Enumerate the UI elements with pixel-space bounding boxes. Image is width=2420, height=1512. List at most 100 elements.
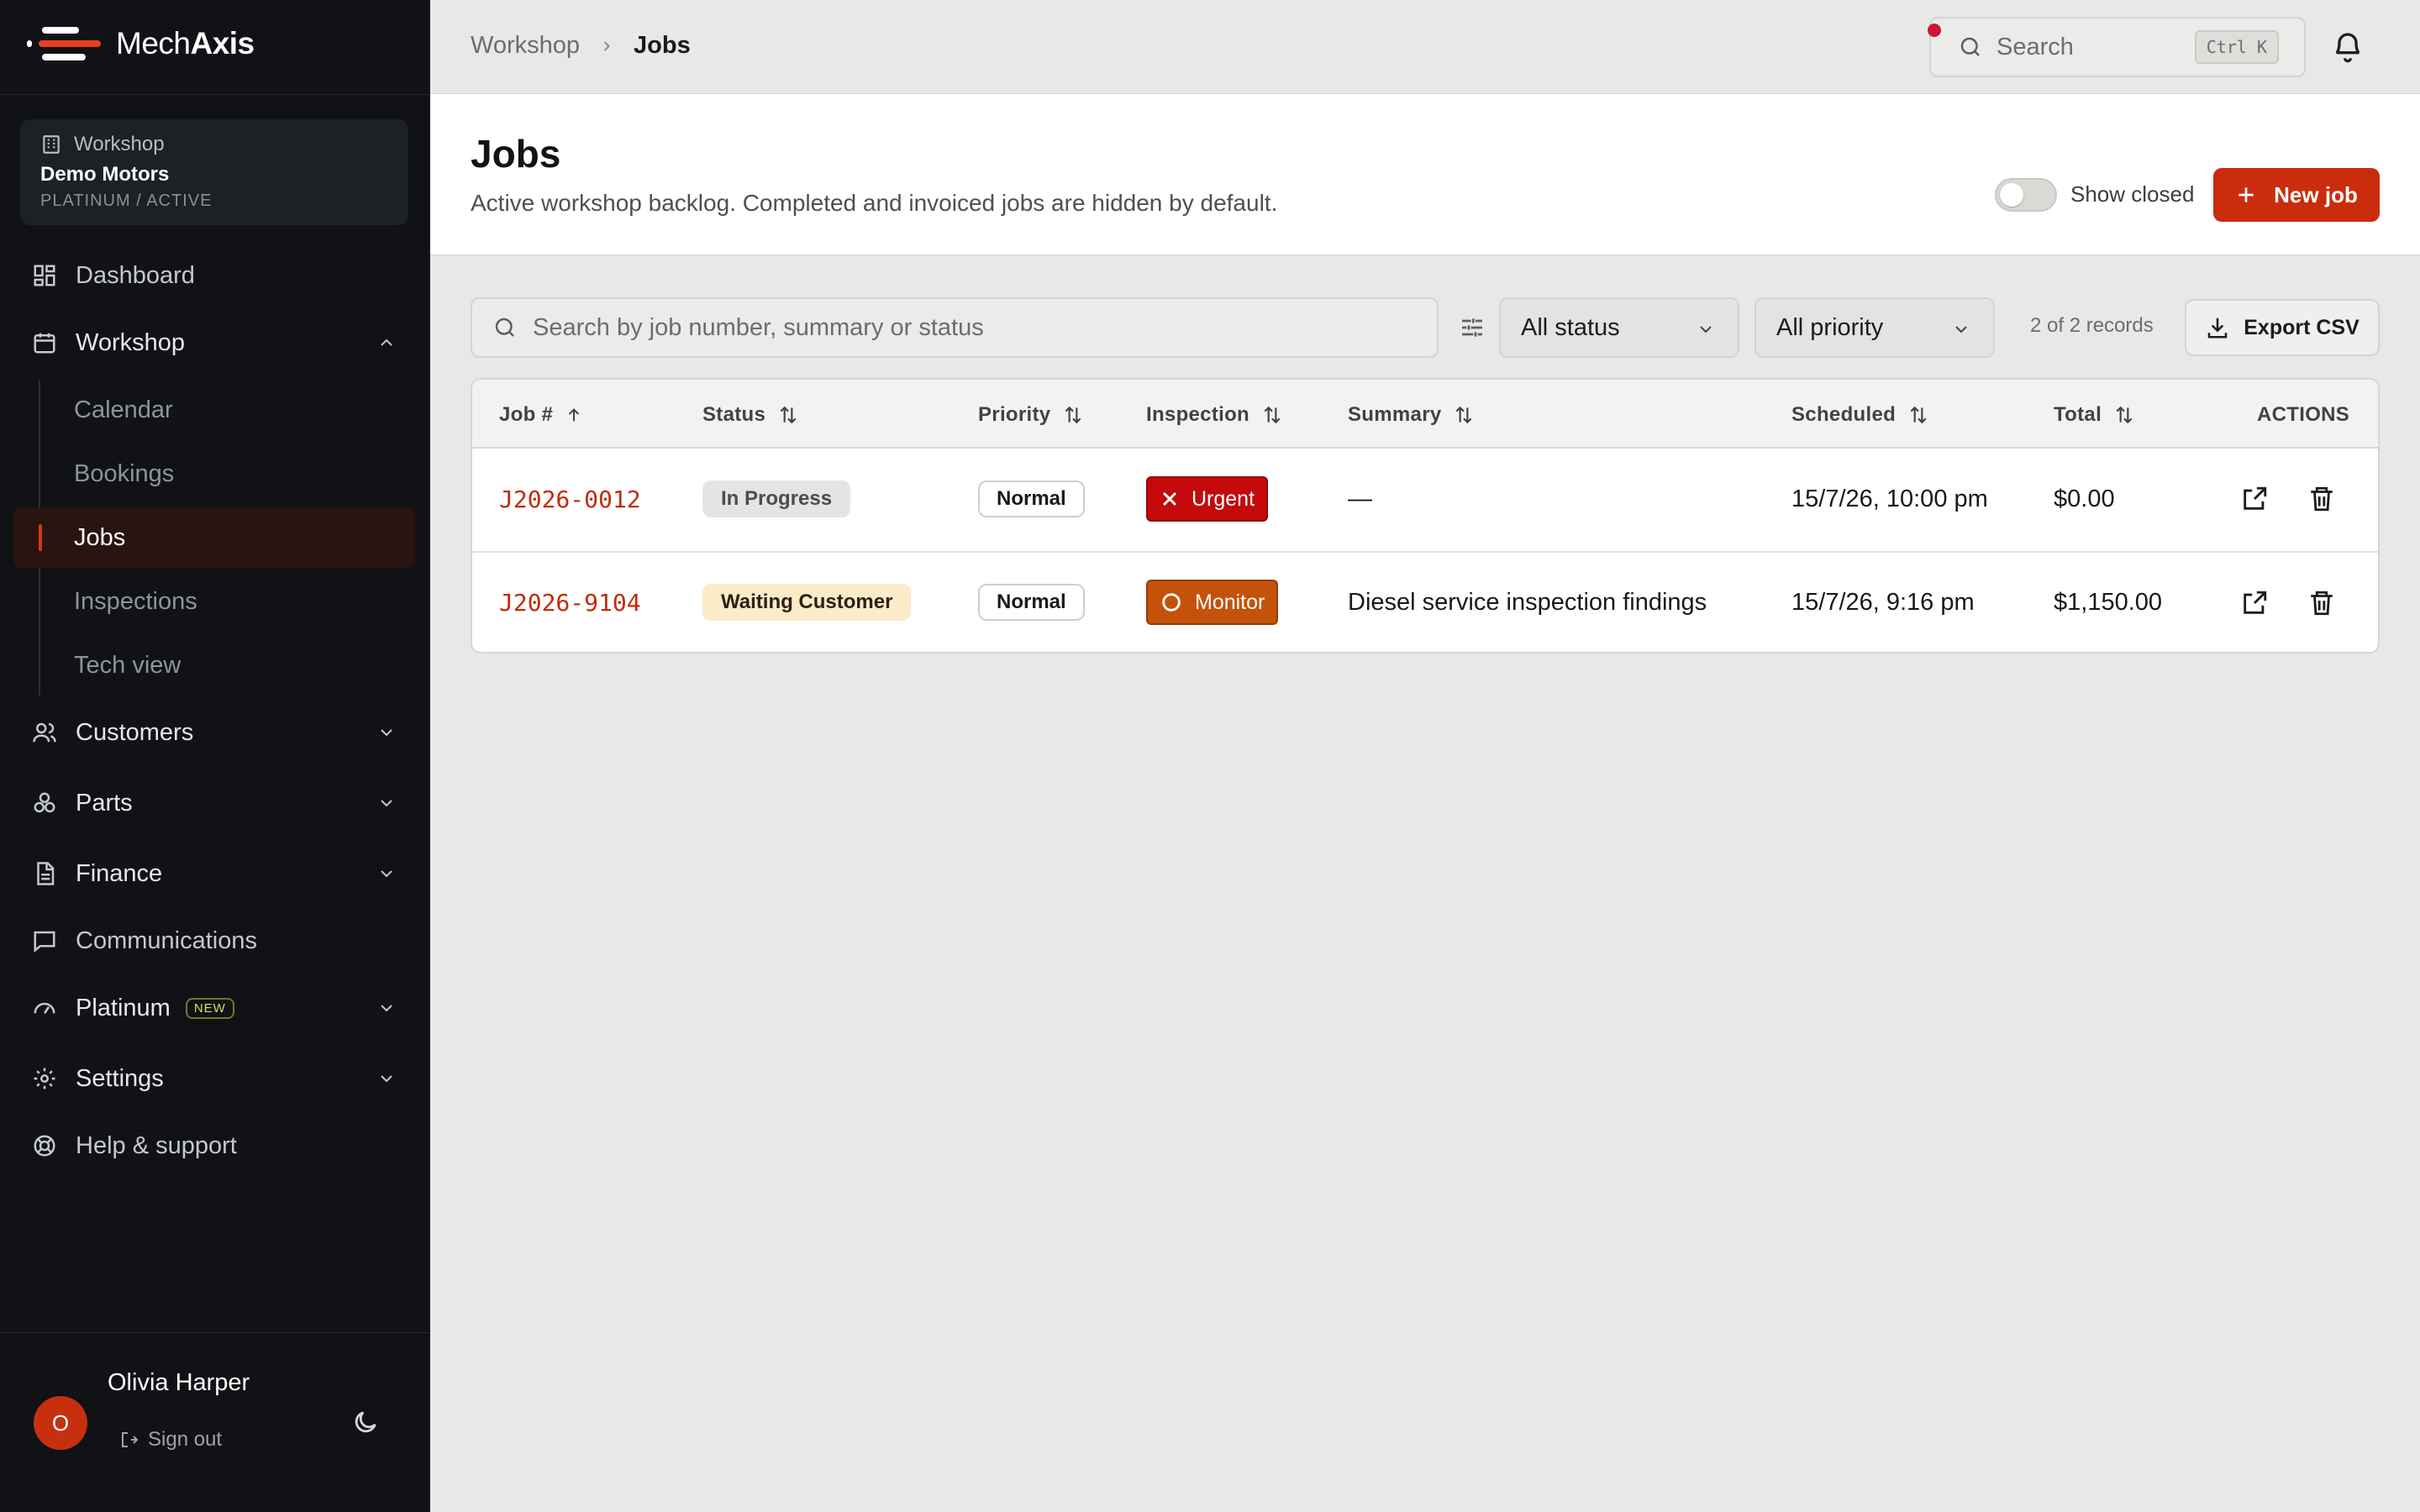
breadcrumb-workshop[interactable]: Workshop bbox=[471, 32, 580, 60]
sort-icon bbox=[780, 406, 797, 424]
priority-filter-select[interactable]: All priority bbox=[1754, 297, 1995, 358]
sidebar-item-settings[interactable]: Settings bbox=[13, 1048, 415, 1109]
new-badge: NEW bbox=[185, 997, 234, 1019]
summary-text: Diesel service inspection findings bbox=[1348, 588, 1707, 616]
column-header-summary[interactable]: Summary bbox=[1348, 403, 1475, 427]
lifebuoy-icon bbox=[30, 1131, 59, 1160]
moon-icon[interactable] bbox=[351, 1408, 380, 1436]
sidebar-item-label: Platinum bbox=[76, 994, 171, 1021]
search-icon bbox=[1960, 37, 1980, 56]
new-job-label: New job bbox=[2274, 181, 2358, 207]
export-csv-button[interactable]: Export CSV bbox=[2185, 299, 2380, 356]
show-closed-label: Show closed bbox=[2070, 181, 2195, 207]
sidebar-item-tech-view[interactable]: Tech view bbox=[13, 635, 415, 696]
page-title: Jobs bbox=[471, 132, 561, 176]
calendar-icon bbox=[30, 328, 59, 357]
column-header-priority[interactable]: Priority bbox=[978, 403, 1084, 427]
dashboard-icon bbox=[30, 261, 59, 290]
export-csv-label: Export CSV bbox=[2244, 315, 2360, 339]
column-header-total[interactable]: Total bbox=[2054, 403, 2135, 427]
sidebar-item-finance[interactable]: Finance bbox=[13, 843, 415, 904]
sidebar-item-jobs[interactable]: Jobs bbox=[13, 507, 415, 568]
status-filter-value: All status bbox=[1521, 313, 1620, 341]
sidebar-item-parts[interactable]: Parts bbox=[13, 773, 415, 833]
status-badge: In Progress bbox=[702, 480, 851, 517]
toggle-knob bbox=[2000, 183, 2023, 207]
open-external-icon[interactable] bbox=[2240, 485, 2269, 513]
table-row[interactable]: J2026-0012 In Progress Normal Urgent — 1… bbox=[472, 449, 2378, 549]
trash-icon[interactable] bbox=[2307, 589, 2336, 617]
job-search-input[interactable]: Search by job number, summary or status bbox=[471, 297, 1439, 358]
page-subtitle: Active workshop backlog. Completed and i… bbox=[471, 190, 1278, 216]
show-closed-toggle[interactable] bbox=[1995, 178, 2057, 212]
column-header-scheduled[interactable]: Scheduled bbox=[1791, 403, 1929, 427]
sidebar: MechAxis Workshop Demo Motors PLATINUM /… bbox=[0, 0, 430, 1512]
sort-ascending-icon bbox=[568, 408, 580, 422]
chevron-up-icon bbox=[381, 339, 392, 346]
chevron-down-icon bbox=[381, 800, 392, 807]
page-header: Jobs Active workshop backlog. Completed … bbox=[430, 94, 2420, 255]
column-header-job[interactable]: Job # bbox=[499, 403, 583, 427]
status-filter-select[interactable]: All status bbox=[1499, 297, 1739, 358]
search-placeholder: Search bbox=[1996, 33, 2074, 60]
column-header-actions: ACTIONS bbox=[2257, 403, 2350, 426]
new-job-button[interactable]: New job bbox=[2213, 168, 2380, 222]
scheduled-text: 15/7/26, 9:16 pm bbox=[1791, 588, 1975, 616]
sidebar-item-calendar[interactable]: Calendar bbox=[13, 380, 415, 440]
trash-icon[interactable] bbox=[2307, 485, 2336, 513]
jobs-table: Job # Status Priority Inspection Summary… bbox=[471, 378, 2380, 654]
sidebar-item-customers[interactable]: Customers bbox=[13, 702, 415, 763]
brand[interactable]: MechAxis bbox=[27, 22, 255, 66]
sliders-icon[interactable] bbox=[1459, 314, 1486, 341]
column-header-status[interactable]: Status bbox=[702, 403, 799, 427]
workspace-label: Workshop bbox=[74, 133, 165, 155]
sidebar-item-communications[interactable]: Communications bbox=[13, 911, 415, 971]
sign-out-icon bbox=[122, 1432, 139, 1447]
sidebar-item-label: Customers bbox=[76, 718, 194, 746]
sidebar-item-inspections[interactable]: Inspections bbox=[13, 571, 415, 632]
job-number-link[interactable]: J2026-9104 bbox=[499, 589, 641, 617]
document-icon bbox=[30, 859, 59, 888]
users-icon bbox=[30, 718, 59, 747]
global-search-input[interactable]: Search Ctrl K bbox=[1929, 17, 2306, 77]
workspace-tier: PLATINUM / ACTIVE bbox=[40, 192, 213, 210]
sign-out-button[interactable]: Sign out bbox=[119, 1428, 222, 1452]
gear-icon bbox=[30, 1064, 59, 1093]
table-row[interactable]: J2026-9104 Waiting Customer Normal Monit… bbox=[472, 551, 2378, 652]
sidebar-item-label: Dashboard bbox=[76, 261, 195, 289]
total-text: $0.00 bbox=[2054, 485, 2115, 512]
sidebar-item-platinum[interactable]: Platinum NEW bbox=[13, 978, 415, 1038]
chevron-down-icon bbox=[381, 1075, 392, 1083]
inspection-label: Monitor bbox=[1195, 590, 1265, 614]
chat-icon bbox=[30, 927, 59, 955]
gauge-icon bbox=[30, 994, 59, 1022]
sidebar-item-help[interactable]: Help & support bbox=[13, 1116, 415, 1176]
sort-icon bbox=[1264, 406, 1281, 424]
brand-name: MechAxis bbox=[116, 26, 255, 60]
open-external-icon[interactable] bbox=[2240, 589, 2269, 617]
workspace-switcher[interactable]: Workshop Demo Motors PLATINUM / ACTIVE bbox=[20, 119, 408, 225]
sidebar-item-label: Communications bbox=[76, 927, 257, 954]
circle-icon bbox=[1162, 593, 1181, 612]
summary-text: — bbox=[1348, 485, 1372, 512]
sign-out-label: Sign out bbox=[148, 1428, 223, 1451]
column-header-inspection[interactable]: Inspection bbox=[1146, 403, 1283, 427]
bell-icon[interactable] bbox=[2331, 30, 2365, 64]
search-icon bbox=[495, 318, 514, 337]
job-number-link[interactable]: J2026-0012 bbox=[499, 486, 641, 513]
sidebar-item-label: Help & support bbox=[76, 1131, 237, 1159]
priority-badge: Normal bbox=[978, 480, 1085, 517]
sort-icon bbox=[2116, 406, 2133, 424]
divider bbox=[0, 1332, 430, 1333]
avatar[interactable]: O bbox=[34, 1396, 87, 1450]
sidebar-item-label: Parts bbox=[76, 789, 133, 816]
x-icon bbox=[1162, 491, 1177, 507]
breadcrumb-jobs: Jobs bbox=[634, 32, 691, 59]
sidebar-item-dashboard[interactable]: Dashboard bbox=[13, 245, 415, 306]
breadcrumb: Workshop Jobs bbox=[471, 32, 691, 60]
sidebar-item-workshop[interactable]: Workshop bbox=[13, 312, 415, 373]
sidebar-item-bookings[interactable]: Bookings bbox=[13, 444, 415, 504]
plus-icon bbox=[2238, 187, 2254, 202]
sidebar-item-label: Finance bbox=[76, 859, 163, 887]
inspection-badge: Monitor bbox=[1146, 580, 1279, 625]
